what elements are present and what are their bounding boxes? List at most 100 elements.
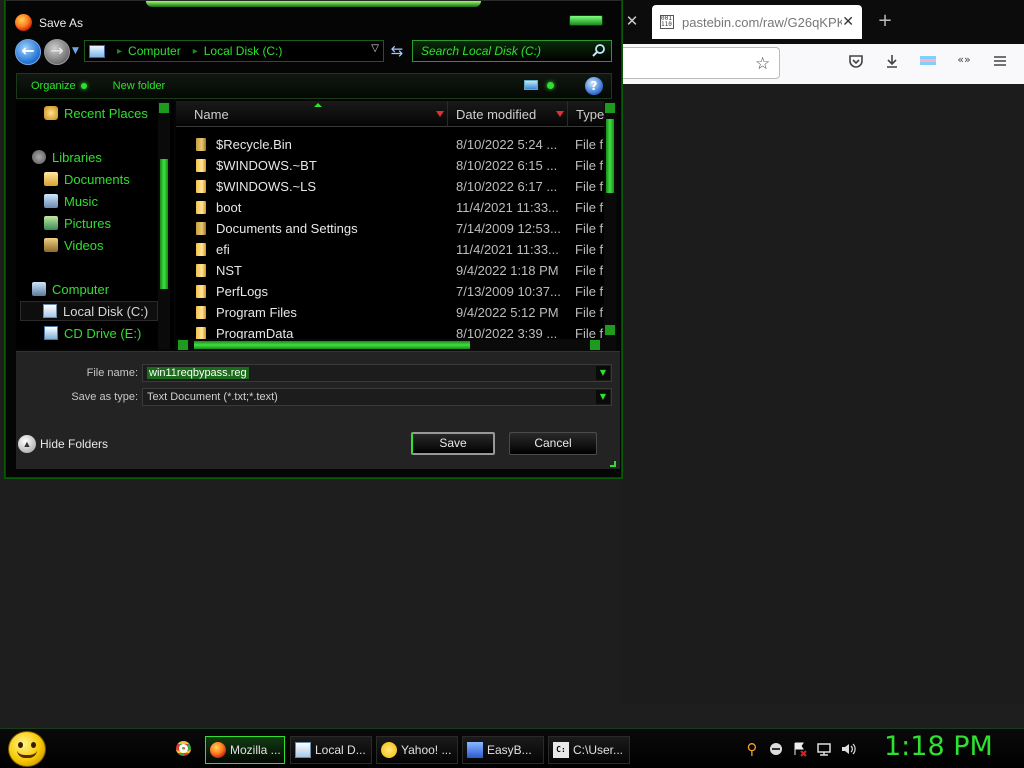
volume-icon[interactable] (840, 741, 856, 757)
messenger-icon[interactable] (768, 741, 784, 757)
nav-item-local-disk[interactable]: Local Disk (C:) (20, 301, 158, 321)
downloads-icon[interactable] (882, 53, 902, 73)
file-type: File f (575, 158, 604, 173)
back-button[interactable]: ← (15, 39, 41, 65)
column-header-type[interactable]: Type (568, 101, 604, 127)
cd-drive-icon (44, 326, 58, 340)
file-row[interactable]: boot 11/4/2021 11:33... File f (176, 197, 604, 218)
file-row[interactable]: efi 11/4/2021 11:33... File f (176, 239, 604, 260)
file-row[interactable]: $Recycle.Bin 8/10/2022 5:24 ... File f (176, 134, 604, 155)
nav-item-recent-places[interactable]: Recent Places (44, 103, 174, 123)
change-view-icon[interactable] (524, 80, 538, 90)
save-as-type-select[interactable]: Text Document (*.txt;*.text) ▼ (142, 388, 612, 406)
cancel-button[interactable]: Cancel (509, 432, 597, 455)
taskbar-item[interactable]: C: C:\User... (548, 736, 630, 764)
nav-scrollbar[interactable] (158, 101, 170, 349)
documents-icon (44, 172, 58, 186)
scroll-down-icon[interactable] (605, 325, 615, 335)
forward-button[interactable]: → (44, 39, 70, 65)
address-bar[interactable]: ▸ Computer ▸ Local Disk (C:) ▽ (84, 40, 384, 62)
scroll-up-icon[interactable] (605, 103, 615, 113)
nav-item-videos[interactable]: Videos (44, 235, 174, 255)
folder-icon (196, 180, 206, 193)
file-name-input[interactable]: win11reqbypass.reg (147, 367, 249, 379)
file-type: File f (575, 284, 604, 299)
resize-grip-icon[interactable] (610, 461, 616, 467)
chrome-icon[interactable] (176, 741, 191, 756)
search-icon[interactable]: ⚲ (744, 741, 760, 757)
search-box[interactable]: Search Local Disk (C:) (412, 40, 612, 62)
file-row[interactable]: NST 9/4/2022 1:18 PM File f (176, 260, 604, 281)
nav-item-documents[interactable]: Documents (44, 169, 174, 189)
start-button[interactable] (8, 731, 46, 767)
tab-close-icon[interactable]: ✕ (842, 14, 854, 30)
local-disk-icon (295, 742, 311, 758)
bookmark-star-icon[interactable]: ☆ (755, 54, 770, 74)
breadcrumb-separator-icon[interactable]: ▸ (117, 46, 122, 57)
breadcrumb-local-disk[interactable]: Local Disk (C:) (204, 44, 283, 58)
scrollbar-thumb[interactable] (194, 341, 470, 349)
file-row[interactable]: Program Files 9/4/2022 5:12 PM File f (176, 302, 604, 323)
breadcrumb-computer[interactable]: Computer (128, 44, 181, 58)
search-icon[interactable] (591, 43, 607, 59)
nav-item-music[interactable]: Music (44, 191, 174, 211)
recent-pages-chevron-icon[interactable]: ▼ (72, 46, 79, 56)
new-folder-button[interactable]: New folder (113, 80, 166, 92)
network-icon[interactable] (816, 741, 832, 757)
libraries-icon (32, 150, 46, 164)
hide-folders-button[interactable]: ▲ Hide Folders (18, 435, 108, 453)
refresh-icon[interactable]: ⇆ (386, 41, 408, 61)
scrollbar-thumb[interactable] (160, 159, 168, 289)
close-icon[interactable]: ✕ (624, 12, 640, 32)
pocket-icon[interactable] (846, 53, 866, 73)
action-center-flag-icon[interactable] (792, 741, 808, 757)
search-input[interactable]: Search Local Disk (C:) (421, 44, 591, 58)
chevron-down-icon[interactable]: ▼ (596, 366, 610, 380)
taskbar-item[interactable]: Local D... (290, 736, 372, 764)
clock[interactable]: 1:18 PM (884, 731, 993, 762)
taskbar-item[interactable]: EasyB... (462, 736, 544, 764)
scroll-up-icon[interactable] (159, 103, 169, 113)
firefox-tab[interactable]: 001 110 pastebin.com/raw/G26qKPKb ✕ (652, 5, 862, 39)
scroll-right-icon[interactable] (590, 340, 600, 350)
new-tab-button[interactable]: + (876, 12, 894, 32)
breadcrumb-separator-icon[interactable]: ▸ (193, 46, 198, 57)
column-header-name[interactable]: Name (176, 101, 448, 127)
scrollbar-thumb[interactable] (606, 119, 614, 193)
nav-item-computer[interactable]: Computer (32, 279, 174, 299)
file-list-scrollbar[interactable] (604, 101, 616, 339)
organize-button[interactable]: Organize (31, 80, 87, 92)
reader-icon[interactable]: «» (954, 53, 974, 73)
chevron-down-icon[interactable]: ▽ (371, 43, 379, 54)
chevron-down-icon[interactable]: ▼ (596, 390, 610, 404)
taskbar-item-label: Local D... (315, 743, 366, 757)
nav-item-libraries[interactable]: Libraries (32, 147, 174, 167)
yahoo-icon (381, 742, 397, 758)
file-date-modified: 8/10/2022 6:17 ... (456, 179, 558, 194)
file-row[interactable]: $WINDOWS.~LS 8/10/2022 6:17 ... File f (176, 176, 604, 197)
taskbar-item[interactable]: Yahoo! ... (376, 736, 458, 764)
close-button[interactable] (569, 15, 603, 26)
nav-item-cd-drive[interactable]: CD Drive (E:) (44, 323, 174, 343)
file-row[interactable]: $WINDOWS.~BT 8/10/2022 6:15 ... File f (176, 155, 604, 176)
file-list-hscrollbar[interactable] (176, 339, 616, 351)
folder-icon (196, 243, 206, 256)
preview-pane-icon[interactable] (547, 82, 554, 89)
taskbar-item[interactable]: Mozilla ... (205, 736, 285, 764)
file-name: $Recycle.Bin (216, 137, 292, 152)
help-icon[interactable]: ? (585, 77, 603, 95)
menu-icon[interactable] (990, 53, 1010, 73)
nav-item-pictures[interactable]: Pictures (44, 213, 174, 233)
file-row[interactable]: ProgramData 8/10/2022 3:39 ... File f (176, 323, 604, 339)
column-header-date[interactable]: Date modified (448, 101, 568, 127)
sort-arrow-icon (556, 111, 564, 117)
file-row[interactable]: Documents and Settings 7/14/2009 12:53...… (176, 218, 604, 239)
save-button[interactable]: Save (411, 432, 495, 455)
file-row[interactable]: PerfLogs 7/13/2009 10:37... File f (176, 281, 604, 302)
taskbar-item-label: Yahoo! ... (401, 743, 452, 757)
file-type: File f (575, 326, 604, 339)
file-name-field[interactable]: win11reqbypass.reg ▼ (142, 364, 612, 382)
file-date-modified: 8/10/2022 3:39 ... (456, 326, 558, 339)
extension-icon[interactable] (918, 53, 938, 73)
scroll-left-icon[interactable] (178, 340, 188, 350)
